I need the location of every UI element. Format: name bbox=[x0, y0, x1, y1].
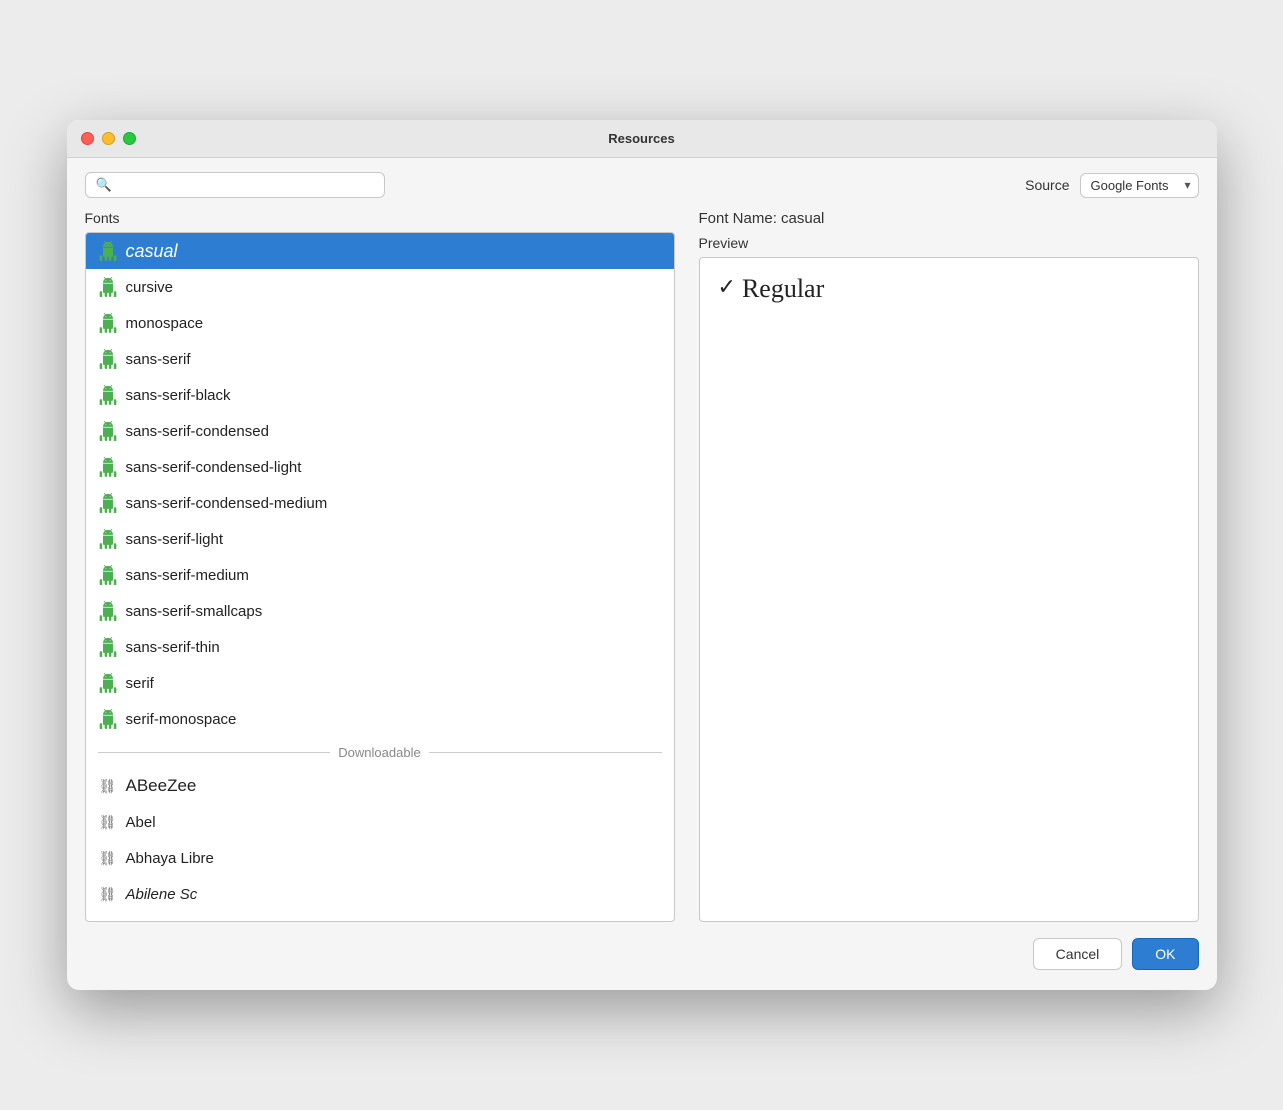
font-name-prefix: Font Name: bbox=[699, 210, 782, 227]
font-name-abhaya-libre: Abhaya Libre bbox=[126, 850, 214, 867]
font-item-abeezee[interactable]: ⛓ ABeeZee bbox=[86, 768, 674, 804]
font-name-sans-serif-smallcaps: sans-serif-smallcaps bbox=[126, 603, 263, 620]
android-icon bbox=[98, 673, 118, 693]
font-item-abilene-sc[interactable]: ⛓ Abilene Sc bbox=[86, 876, 674, 912]
font-item-sans-serif-thin[interactable]: sans-serif-thin bbox=[86, 629, 674, 665]
font-item-cursive[interactable]: cursive bbox=[86, 269, 674, 305]
close-button[interactable] bbox=[81, 132, 94, 145]
android-icon bbox=[98, 457, 118, 477]
font-list[interactable]: casual cursive bbox=[86, 233, 674, 921]
font-item-casual[interactable]: casual bbox=[86, 233, 674, 269]
font-name-sans-serif-medium: sans-serif-medium bbox=[126, 567, 249, 584]
font-item-sans-serif-smallcaps[interactable]: sans-serif-smallcaps bbox=[86, 593, 674, 629]
android-icon bbox=[98, 349, 118, 369]
android-icon bbox=[98, 493, 118, 513]
cancel-button[interactable]: Cancel bbox=[1033, 938, 1123, 970]
search-box[interactable]: 🔍 bbox=[85, 172, 385, 198]
font-name-sans-serif-thin: sans-serif-thin bbox=[126, 639, 220, 656]
font-name-cursive: cursive bbox=[126, 279, 174, 296]
android-icon bbox=[98, 601, 118, 621]
link-icon: ⛓ bbox=[98, 884, 118, 904]
font-name-monospace: monospace bbox=[126, 315, 204, 332]
font-item-sans-serif-condensed-medium[interactable]: sans-serif-condensed-medium bbox=[86, 485, 674, 521]
left-panel: Fonts casual bbox=[85, 210, 675, 922]
dialog: Resources 🔍 Source Google Fonts Fonts bbox=[67, 120, 1217, 990]
separator-line-left bbox=[98, 752, 331, 753]
font-item-serif[interactable]: serif bbox=[86, 665, 674, 701]
minimize-button[interactable] bbox=[102, 132, 115, 145]
content-area: Fonts casual bbox=[85, 210, 1199, 922]
font-name-display: Font Name: casual bbox=[699, 210, 1199, 227]
window-title: Resources bbox=[608, 131, 674, 146]
font-name-abilene-sc: Abilene Sc bbox=[126, 886, 198, 903]
source-select-wrapper[interactable]: Google Fonts bbox=[1080, 173, 1199, 198]
search-input[interactable] bbox=[118, 178, 374, 193]
font-item-sans-serif-black[interactable]: sans-serif-black bbox=[86, 377, 674, 413]
search-icon: 🔍 bbox=[96, 177, 112, 193]
android-icon bbox=[98, 421, 118, 441]
source-label: Source bbox=[1025, 177, 1069, 193]
maximize-button[interactable] bbox=[123, 132, 136, 145]
font-item-sans-serif[interactable]: sans-serif bbox=[86, 341, 674, 377]
android-icon bbox=[98, 241, 118, 261]
font-name-abel: Abel bbox=[126, 814, 156, 831]
font-name-sans-serif-condensed-medium: sans-serif-condensed-medium bbox=[126, 495, 328, 512]
link-icon: ⛓ bbox=[98, 848, 118, 868]
android-icon bbox=[98, 385, 118, 405]
downloadable-label: Downloadable bbox=[338, 745, 420, 760]
font-item-sans-serif-condensed[interactable]: sans-serif-condensed bbox=[86, 413, 674, 449]
font-item-sans-serif-condensed-light[interactable]: sans-serif-condensed-light bbox=[86, 449, 674, 485]
source-select[interactable]: Google Fonts bbox=[1080, 173, 1199, 198]
downloadable-separator: Downloadable bbox=[86, 737, 674, 768]
font-item-sans-serif-light[interactable]: sans-serif-light bbox=[86, 521, 674, 557]
font-list-container: casual cursive bbox=[85, 232, 675, 922]
android-icon bbox=[98, 637, 118, 657]
link-icon: ⛓ bbox=[98, 776, 118, 796]
font-name-serif-monospace: serif-monospace bbox=[126, 711, 237, 728]
font-name-serif: serif bbox=[126, 675, 154, 692]
font-item-abhaya-libre[interactable]: ⛓ Abhaya Libre bbox=[86, 840, 674, 876]
android-icon bbox=[98, 529, 118, 549]
traffic-lights bbox=[81, 132, 136, 145]
font-item-sans-serif-medium[interactable]: sans-serif-medium bbox=[86, 557, 674, 593]
font-name-abeezee: ABeeZee bbox=[126, 776, 197, 796]
android-icon bbox=[98, 565, 118, 585]
toolbar: 🔍 Source Google Fonts bbox=[67, 158, 1217, 210]
source-row: Source Google Fonts bbox=[1025, 173, 1198, 198]
preview-label: Preview bbox=[699, 235, 1199, 251]
main-content: Fonts casual bbox=[67, 210, 1217, 922]
font-name-sans-serif: sans-serif bbox=[126, 351, 191, 368]
preview-text: Regular bbox=[742, 274, 824, 304]
font-item-monospace[interactable]: monospace bbox=[86, 305, 674, 341]
ok-button[interactable]: OK bbox=[1132, 938, 1198, 970]
separator-line-right bbox=[429, 752, 662, 753]
font-name-value: casual bbox=[781, 210, 824, 227]
font-name-sans-serif-condensed-light: sans-serif-condensed-light bbox=[126, 459, 302, 476]
font-name-casual: casual bbox=[126, 241, 178, 262]
right-panel: Font Name: casual Preview ✓ Regular bbox=[675, 210, 1199, 922]
font-name-sans-serif-condensed: sans-serif-condensed bbox=[126, 423, 269, 440]
fonts-label: Fonts bbox=[85, 210, 675, 232]
preview-checkmark: ✓ bbox=[718, 274, 736, 300]
link-icon: ⛓ bbox=[98, 812, 118, 832]
title-bar: Resources bbox=[67, 120, 1217, 158]
android-icon bbox=[98, 313, 118, 333]
font-name-sans-serif-light: sans-serif-light bbox=[126, 531, 224, 548]
android-icon bbox=[98, 277, 118, 297]
font-item-serif-monospace[interactable]: serif-monospace bbox=[86, 701, 674, 737]
preview-box: ✓ Regular bbox=[699, 257, 1199, 922]
font-item-abel[interactable]: ⛓ Abel bbox=[86, 804, 674, 840]
android-icon bbox=[98, 709, 118, 729]
bottom-bar: Cancel OK bbox=[67, 922, 1217, 990]
font-name-sans-serif-black: sans-serif-black bbox=[126, 387, 231, 404]
